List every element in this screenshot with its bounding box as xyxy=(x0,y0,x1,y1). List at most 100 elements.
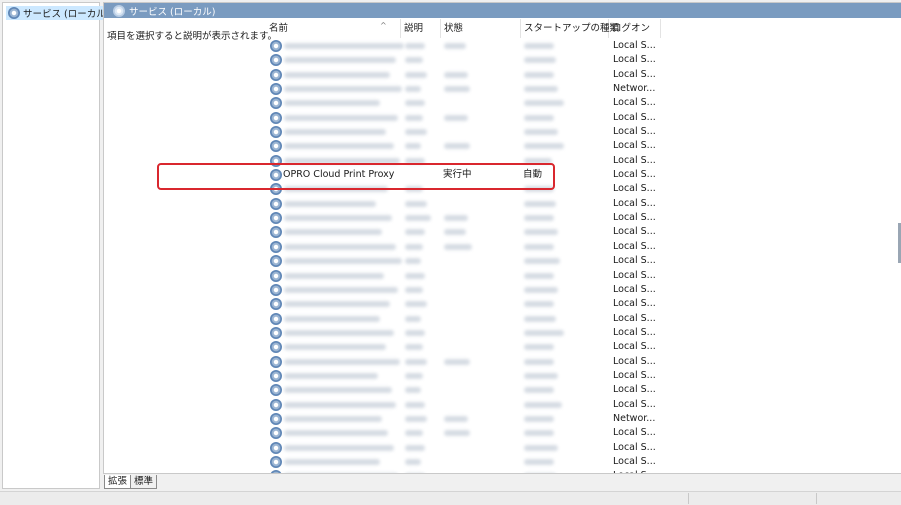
table-row[interactable]: Local S... xyxy=(266,340,901,354)
service-logon: Local S... xyxy=(613,441,656,453)
table-row[interactable]: Local S... xyxy=(266,225,901,239)
table-row[interactable]: Local S... xyxy=(266,254,901,268)
table-row[interactable]: Local S... xyxy=(266,269,901,283)
obscured-text xyxy=(405,258,421,265)
tree-item-services-local[interactable]: サービス (ローカル) xyxy=(6,6,113,20)
table-row[interactable]: Local S... xyxy=(266,139,901,153)
tab-standard[interactable]: 標準 xyxy=(130,475,158,489)
service-logon: Networ... xyxy=(613,412,656,424)
column-name[interactable]: 名前 ^ xyxy=(266,19,401,38)
obscured-text xyxy=(405,344,423,351)
gear-icon xyxy=(270,412,282,425)
service-logon: Local S... xyxy=(613,197,656,209)
gear-icon xyxy=(270,312,282,325)
service-logon: Local S... xyxy=(613,326,656,338)
column-startup-label: スタートアップの種類 xyxy=(524,23,620,34)
column-logon[interactable]: ログオン xyxy=(609,19,661,38)
service-logon: Local S... xyxy=(613,240,656,252)
table-row[interactable]: Local S... xyxy=(266,326,901,340)
obscured-text xyxy=(405,430,423,437)
table-row[interactable]: Local S... xyxy=(266,211,901,225)
gear-icon xyxy=(270,54,282,67)
pane-title-bar: サービス (ローカル) xyxy=(104,3,901,18)
obscured-text xyxy=(405,458,421,465)
obscured-text xyxy=(444,114,468,121)
table-row[interactable]: Local S... xyxy=(266,355,901,369)
gear-icon xyxy=(270,68,282,81)
table-row[interactable]: Local S... xyxy=(266,240,901,254)
obscured-text xyxy=(524,272,554,279)
service-logon: Local S... xyxy=(613,369,656,381)
obscured-text xyxy=(284,215,392,222)
service-logon: Local S... xyxy=(613,355,656,367)
table-row[interactable]: Local S... xyxy=(266,96,901,110)
service-logon: Local S... xyxy=(613,111,656,123)
gear-icon xyxy=(270,212,282,225)
obscured-text xyxy=(284,387,392,394)
gear-icon xyxy=(270,40,282,52)
service-logon: Local S... xyxy=(613,212,656,224)
obscured-text xyxy=(284,200,376,207)
obscured-text xyxy=(284,86,402,93)
obscured-text xyxy=(524,57,556,64)
obscured-text xyxy=(405,143,421,150)
obscured-text xyxy=(284,401,396,408)
table-row[interactable]: Local S... xyxy=(266,53,901,67)
obscured-text xyxy=(524,143,564,150)
services-pane: サービス (ローカル) 項目を選択すると説明が表示されます。 名前 ^ 説明 状… xyxy=(103,2,901,474)
obscured-text xyxy=(524,444,558,451)
table-row[interactable]: Networ... xyxy=(266,412,901,426)
obscured-text xyxy=(444,215,468,222)
column-description[interactable]: 説明 xyxy=(401,19,441,38)
service-logon: Local S... xyxy=(613,68,656,80)
table-row[interactable]: Networ... xyxy=(266,82,901,96)
table-row[interactable]: Local S... xyxy=(266,111,901,125)
table-row[interactable]: Local S... xyxy=(266,283,901,297)
service-logon: Local S... xyxy=(613,183,656,195)
table-row[interactable]: Local S... xyxy=(266,312,901,326)
gear-icon xyxy=(270,470,282,473)
gear-icon xyxy=(270,355,282,368)
obscured-text xyxy=(444,43,466,49)
table-row[interactable]: Local S... xyxy=(266,455,901,469)
table-row[interactable]: Local S... xyxy=(266,39,901,53)
obscured-text xyxy=(405,301,427,308)
obscured-text xyxy=(444,243,472,250)
gear-icon xyxy=(270,126,282,139)
table-row[interactable]: Local S... xyxy=(266,469,901,473)
service-logon: Networ... xyxy=(613,83,656,95)
table-row[interactable]: Local S... xyxy=(266,125,901,139)
table-row[interactable]: Local S... xyxy=(266,197,901,211)
gear-icon xyxy=(270,226,282,239)
obscured-text xyxy=(284,430,388,437)
obscured-text xyxy=(405,86,421,93)
table-row[interactable]: Local S... xyxy=(266,441,901,455)
gear-icon xyxy=(270,83,282,96)
service-logon: Local S... xyxy=(613,269,656,281)
table-row[interactable]: Local S... xyxy=(266,426,901,440)
tab-extended[interactable]: 拡張 xyxy=(104,475,132,489)
obscured-text xyxy=(524,43,554,49)
obscured-text xyxy=(524,114,554,121)
obscured-text xyxy=(405,315,421,322)
service-logon: Local S... xyxy=(613,312,656,324)
column-description-label: 説明 xyxy=(404,23,424,34)
gear-icon xyxy=(270,441,282,454)
obscured-text xyxy=(524,286,558,293)
obscured-text xyxy=(405,444,425,451)
obscured-text xyxy=(284,100,380,107)
table-row[interactable]: Local S... xyxy=(266,383,901,397)
table-row[interactable]: Local S... xyxy=(266,398,901,412)
table-row[interactable]: Local S... xyxy=(266,68,901,82)
column-startup-type[interactable]: スタートアップの種類 xyxy=(521,19,619,38)
service-logon: Local S... xyxy=(613,126,656,138)
obscured-text xyxy=(405,229,425,236)
obscured-text xyxy=(524,215,554,222)
service-logon: Local S... xyxy=(613,427,656,439)
table-row[interactable]: Local S... xyxy=(266,297,901,311)
highlight-box xyxy=(157,163,555,190)
table-row[interactable]: Local S... xyxy=(266,369,901,383)
obscured-text xyxy=(405,71,427,78)
column-status[interactable]: 状態 xyxy=(441,19,521,38)
service-logon: Local S... xyxy=(613,226,656,238)
